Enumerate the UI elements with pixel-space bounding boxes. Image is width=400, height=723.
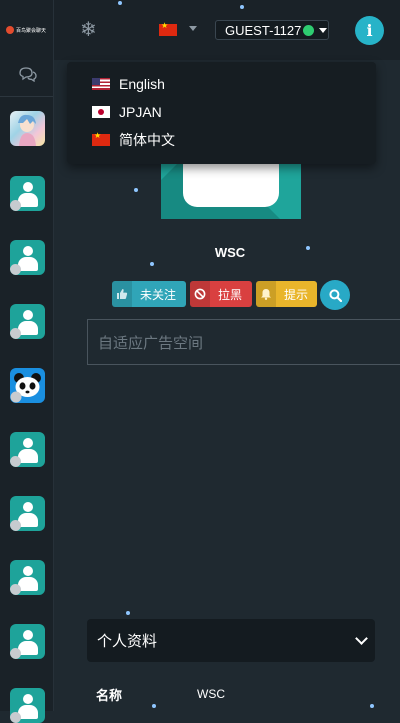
language-caret-icon[interactable] <box>189 26 197 31</box>
chevron-down-icon <box>355 632 368 645</box>
user-body-icon <box>18 577 38 591</box>
contact-avatar[interactable] <box>10 111 45 146</box>
search-icon <box>328 288 342 302</box>
language-menu: English JPJAN 简体中文 <box>67 62 376 164</box>
user-body-icon <box>18 321 38 335</box>
contact-avatar[interactable] <box>10 240 45 275</box>
follow-button[interactable]: 未关注 <box>112 281 186 307</box>
cn-flag-icon[interactable] <box>159 21 177 36</box>
offline-status-dot <box>10 200 21 211</box>
chat-bubbles-icon[interactable] <box>18 66 38 82</box>
panda-avatar-icon <box>10 373 41 403</box>
remind-label: 提示 <box>284 287 309 302</box>
app-logo[interactable]: 百鸟聚会聊天 <box>6 24 48 36</box>
user-body-icon <box>18 705 38 719</box>
snow-particle <box>240 5 244 9</box>
language-label: JPJAN <box>119 104 162 120</box>
ban-icon <box>190 281 210 307</box>
bell-icon <box>256 281 276 307</box>
contact-avatar[interactable] <box>10 368 45 403</box>
user-body-icon <box>18 193 38 207</box>
language-label: 简体中文 <box>119 132 175 148</box>
logo-text: 百鸟聚会聊天 <box>16 27 47 34</box>
offline-status-dot <box>10 648 21 659</box>
anime-avatar-icon <box>18 114 36 146</box>
field-label-name: 名称 <box>96 688 123 703</box>
chevron-down-icon <box>319 27 328 33</box>
contact-avatar[interactable] <box>10 304 45 339</box>
offline-status-dot <box>10 712 21 723</box>
search-button[interactable] <box>320 280 350 310</box>
section-title: 个人资料 <box>97 633 158 650</box>
snow-particle <box>126 611 130 615</box>
language-option-english[interactable]: English <box>67 70 376 98</box>
user-menu-button[interactable]: GUEST-1127 <box>215 20 329 40</box>
block-label: 拉黑 <box>218 287 243 302</box>
language-option-chinese[interactable]: 简体中文 <box>67 126 376 154</box>
guest-username: GUEST-1127 <box>225 22 302 38</box>
profile-section-toggle[interactable]: 个人资料 <box>87 619 375 662</box>
logo-mark <box>6 26 14 34</box>
user-head-icon <box>23 630 33 640</box>
user-head-icon <box>23 566 33 576</box>
snow-particle <box>150 262 154 266</box>
block-button[interactable]: 拉黑 <box>190 281 252 307</box>
language-label: English <box>119 76 165 92</box>
language-option-japanese[interactable]: JPJAN <box>67 98 376 126</box>
follow-label: 未关注 <box>140 287 177 302</box>
contact-avatar[interactable] <box>10 496 45 531</box>
user-body-icon <box>18 641 38 655</box>
offline-status-dot <box>10 328 21 339</box>
online-status-dot <box>303 24 315 36</box>
contact-avatar[interactable] <box>10 560 45 595</box>
user-body-icon <box>18 449 38 463</box>
snow-particle <box>134 188 138 192</box>
snow-particle <box>306 246 310 250</box>
offline-status-dot <box>10 264 21 275</box>
sidebar: 百鸟聚会聊天 <box>0 0 54 723</box>
sidebar-divider <box>0 96 53 97</box>
contact-avatar[interactable] <box>10 432 45 467</box>
offline-status-dot <box>10 456 21 467</box>
ad-placeholder: 自适应广告空间 <box>87 319 400 365</box>
profile-name: WSC <box>214 245 246 260</box>
contact-avatar[interactable] <box>10 624 45 659</box>
snow-particle <box>152 704 156 708</box>
snowflake-icon[interactable]: ❄ <box>80 17 97 42</box>
thumbs-up-icon <box>112 281 132 307</box>
snow-particle <box>118 1 122 5</box>
remind-button[interactable]: 提示 <box>256 281 317 307</box>
us-flag-icon <box>92 78 110 90</box>
user-head-icon <box>23 182 33 192</box>
user-body-icon <box>18 513 38 527</box>
user-head-icon <box>23 502 33 512</box>
user-head-icon <box>23 246 33 256</box>
info-button[interactable]: i <box>355 16 384 45</box>
jp-flag-icon <box>92 106 110 118</box>
user-head-icon <box>23 310 33 320</box>
offline-status-dot <box>10 584 21 595</box>
cn-flag-icon <box>92 131 110 146</box>
user-head-icon <box>23 438 33 448</box>
user-body-icon <box>18 257 38 271</box>
user-head-icon <box>23 694 33 704</box>
field-value-name: WSC <box>197 687 225 701</box>
snow-particle <box>370 704 374 708</box>
offline-status-dot <box>10 520 21 531</box>
contact-avatar[interactable] <box>10 176 45 211</box>
contact-avatar[interactable] <box>10 688 45 723</box>
